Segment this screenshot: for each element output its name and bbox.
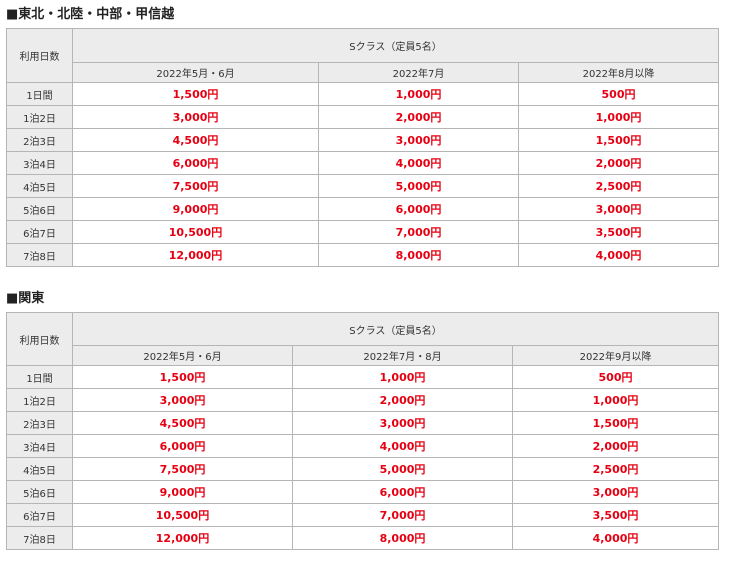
price-cell: 3,000円 xyxy=(318,128,519,152)
day-cell: 1泊2日 xyxy=(6,388,73,412)
day-cell: 6泊7日 xyxy=(6,220,73,244)
price-cell: 8,000円 xyxy=(292,526,513,550)
days-header: 利用日数 xyxy=(6,312,73,366)
day-cell: 1日間 xyxy=(6,82,73,106)
price-cell: 4,000円 xyxy=(518,243,719,267)
price-cell: 3,000円 xyxy=(292,411,513,435)
class-header: Sクラス（定員5名） xyxy=(72,28,719,63)
day-cell: 2泊3日 xyxy=(6,128,73,152)
price-cell: 1,000円 xyxy=(512,388,719,412)
table-row: 7泊8日 12,000円 8,000円 4,000円 xyxy=(6,526,719,550)
table-row: 2泊3日 4,500円 3,000円 1,500円 xyxy=(6,411,719,435)
table-row: 5泊6日 9,000円 6,000円 3,000円 xyxy=(6,480,719,504)
day-cell: 4泊5日 xyxy=(6,174,73,198)
period-header: 2022年7月 xyxy=(318,62,519,83)
price-cell: 7,500円 xyxy=(72,174,319,198)
day-cell: 5泊6日 xyxy=(6,480,73,504)
period-header: 2022年5月・6月 xyxy=(72,62,319,83)
price-cell: 9,000円 xyxy=(72,197,319,221)
table-row: 2泊3日 4,500円 3,000円 1,500円 xyxy=(6,128,719,152)
price-section-kanto: ■関東 利用日数 Sクラス（定員5名） 2022年5月・6月 2022年7月・8… xyxy=(6,290,719,550)
section-title: ■東北・北陸・中部・甲信越 xyxy=(6,7,175,22)
table-row: 4泊5日 7,500円 5,000円 2,500円 xyxy=(6,174,719,198)
price-cell: 1,500円 xyxy=(518,128,719,152)
price-cell: 5,000円 xyxy=(292,457,513,481)
price-cell: 10,500円 xyxy=(72,220,319,244)
price-cell: 7,000円 xyxy=(318,220,519,244)
section-title: ■関東 xyxy=(6,291,45,306)
price-cell: 2,000円 xyxy=(318,105,519,129)
price-cell: 1,500円 xyxy=(72,365,293,389)
table-row: 3泊4日 6,000円 4,000円 2,000円 xyxy=(6,151,719,175)
price-cell: 1,000円 xyxy=(292,365,513,389)
table-row: 4泊5日 7,500円 5,000円 2,500円 xyxy=(6,457,719,481)
price-section-tohoku: ■東北・北陸・中部・甲信越 利用日数 Sクラス（定員5名） 2022年5月・6月… xyxy=(6,6,719,267)
table-row: 6泊7日 10,500円 7,000円 3,500円 xyxy=(6,503,719,527)
price-cell: 12,000円 xyxy=(72,243,319,267)
day-cell: 7泊8日 xyxy=(6,243,73,267)
class-header: Sクラス（定員5名） xyxy=(72,312,719,346)
day-cell: 3泊4日 xyxy=(6,151,73,175)
table-row: 1日間 1,500円 1,000円 500円 xyxy=(6,82,719,106)
period-header: 2022年5月・6月 xyxy=(72,345,293,366)
day-cell: 1日間 xyxy=(6,365,73,389)
period-header: 2022年8月以降 xyxy=(518,62,719,83)
price-cell: 3,000円 xyxy=(72,105,319,129)
price-cell: 6,000円 xyxy=(72,151,319,175)
price-cell: 3,500円 xyxy=(512,503,719,527)
price-cell: 1,000円 xyxy=(518,105,719,129)
price-cell: 2,500円 xyxy=(512,457,719,481)
table-row: 3泊4日 6,000円 4,000円 2,000円 xyxy=(6,434,719,458)
price-cell: 2,500円 xyxy=(518,174,719,198)
day-cell: 3泊4日 xyxy=(6,434,73,458)
price-cell: 8,000円 xyxy=(318,243,519,267)
table-row: 7泊8日 12,000円 8,000円 4,000円 xyxy=(6,243,719,267)
price-cell: 3,000円 xyxy=(518,197,719,221)
price-cell: 4,500円 xyxy=(72,411,293,435)
price-cell: 4,000円 xyxy=(292,434,513,458)
table-row: 1泊2日 3,000円 2,000円 1,000円 xyxy=(6,105,719,129)
price-cell: 3,500円 xyxy=(518,220,719,244)
period-header: 2022年7月・8月 xyxy=(292,345,513,366)
day-cell: 2泊3日 xyxy=(6,411,73,435)
day-cell: 4泊5日 xyxy=(6,457,73,481)
day-cell: 1泊2日 xyxy=(6,105,73,129)
price-cell: 12,000円 xyxy=(72,526,293,550)
price-cell: 10,500円 xyxy=(72,503,293,527)
price-cell: 6,000円 xyxy=(318,197,519,221)
price-cell: 6,000円 xyxy=(292,480,513,504)
price-cell: 2,000円 xyxy=(292,388,513,412)
price-cell: 1,500円 xyxy=(72,82,319,106)
table-row: 1日間 1,500円 1,000円 500円 xyxy=(6,365,719,389)
day-cell: 5泊6日 xyxy=(6,197,73,221)
price-cell: 4,500円 xyxy=(72,128,319,152)
price-cell: 1,500円 xyxy=(512,411,719,435)
period-header: 2022年9月以降 xyxy=(512,345,719,366)
price-cell: 9,000円 xyxy=(72,480,293,504)
price-cell: 500円 xyxy=(518,82,719,106)
price-cell: 4,000円 xyxy=(318,151,519,175)
price-table: 利用日数 Sクラス（定員5名） 2022年5月・6月 2022年7月・8月 20… xyxy=(6,312,719,550)
days-header: 利用日数 xyxy=(6,28,73,83)
price-table: 利用日数 Sクラス（定員5名） 2022年5月・6月 2022年7月 2022年… xyxy=(6,28,719,267)
table-row: 5泊6日 9,000円 6,000円 3,000円 xyxy=(6,197,719,221)
price-cell: 7,000円 xyxy=(292,503,513,527)
table-row: 1泊2日 3,000円 2,000円 1,000円 xyxy=(6,388,719,412)
price-cell: 3,000円 xyxy=(72,388,293,412)
price-cell: 2,000円 xyxy=(518,151,719,175)
price-cell: 500円 xyxy=(512,365,719,389)
price-cell: 5,000円 xyxy=(318,174,519,198)
price-cell: 3,000円 xyxy=(512,480,719,504)
table-row: 6泊7日 10,500円 7,000円 3,500円 xyxy=(6,220,719,244)
price-cell: 2,000円 xyxy=(512,434,719,458)
day-cell: 7泊8日 xyxy=(6,526,73,550)
price-cell: 1,000円 xyxy=(318,82,519,106)
price-cell: 4,000円 xyxy=(512,526,719,550)
day-cell: 6泊7日 xyxy=(6,503,73,527)
price-cell: 7,500円 xyxy=(72,457,293,481)
price-cell: 6,000円 xyxy=(72,434,293,458)
